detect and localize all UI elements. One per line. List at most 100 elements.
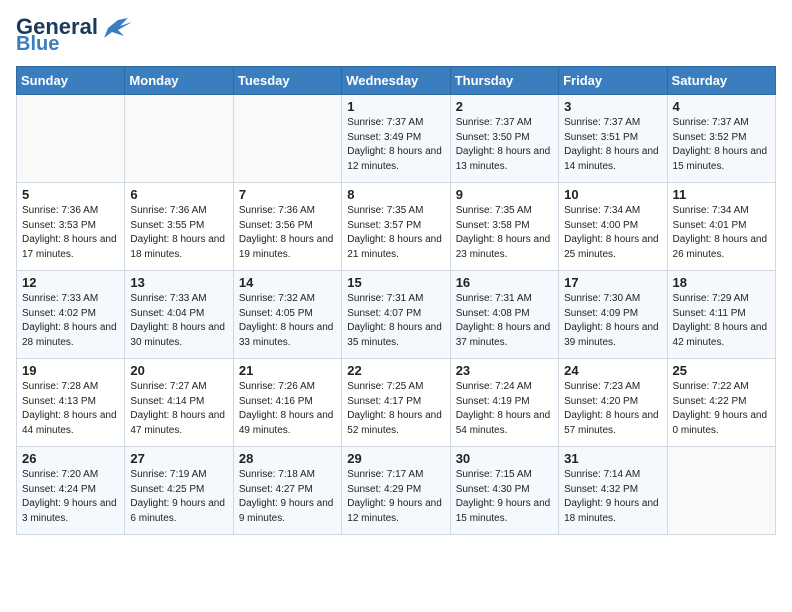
calendar-cell — [125, 95, 233, 183]
calendar-cell: 9Sunrise: 7:35 AM Sunset: 3:58 PM Daylig… — [450, 183, 558, 271]
day-info: Sunrise: 7:33 AM Sunset: 4:04 PM Dayligh… — [130, 292, 227, 350]
day-number: 6 — [130, 187, 227, 202]
calendar-cell: 27 Sunrise: 7:19 AM Sunset: 4:25 PM Dayli… — [125, 447, 233, 535]
calendar-cell: 16 Sunrise: 7:31 AM Sunset: 4:08 PM Dayli… — [450, 271, 558, 359]
calendar-cell: 3Sunrise: 7:37 AM Sunset: 3:51 PM Daylig… — [559, 95, 667, 183]
day-number: 18 — [673, 275, 770, 290]
day-info: Sunrise: 7:19 AM Sunset: 4:25 PM Dayligh… — [130, 468, 227, 526]
day-info: Sunrise: 7:36 AM Sunset: 3:53 PM Dayligh… — [22, 204, 119, 262]
header-thursday: Thursday — [450, 67, 558, 95]
day-number: 24 — [564, 363, 661, 378]
calendar-cell: 26 Sunrise: 7:20 AM Sunset: 4:24 PM Dayli… — [17, 447, 125, 535]
calendar-cell: 2Sunrise: 7:37 AM Sunset: 3:50 PM Daylig… — [450, 95, 558, 183]
day-number: 27 — [130, 451, 227, 466]
calendar-week-row: 19Sunrise: 7:28 AM Sunset: 4:13 PM Dayli… — [17, 359, 776, 447]
header-wednesday: Wednesday — [342, 67, 450, 95]
day-info: Sunrise: 7:32 AM Sunset: 4:05 PM Dayligh… — [239, 292, 336, 350]
calendar-cell: 12 Sunrise: 7:33 AM Sunset: 4:02 PM Dayli… — [17, 271, 125, 359]
header-friday: Friday — [559, 67, 667, 95]
day-number: 1 — [347, 99, 444, 114]
day-info: Sunrise: 7:29 AM Sunset: 4:11 PM Dayligh… — [673, 292, 770, 350]
header-saturday: Saturday — [667, 67, 775, 95]
header-tuesday: Tuesday — [233, 67, 341, 95]
calendar-cell: 19Sunrise: 7:28 AM Sunset: 4:13 PM Dayli… — [17, 359, 125, 447]
day-number: 20 — [130, 363, 227, 378]
calendar-table: SundayMondayTuesdayWednesdayThursdayFrid… — [16, 66, 776, 535]
day-number: 28 — [239, 451, 336, 466]
calendar-cell: 31Sunrise: 7:14 AM Sunset: 4:32 PM Dayli… — [559, 447, 667, 535]
calendar-cell: 4 Sunrise: 7:37 AM Sunset: 3:52 PM Daylig… — [667, 95, 775, 183]
day-info: Sunrise: 7:31 AM Sunset: 4:07 PM Dayligh… — [347, 292, 444, 350]
day-info: Sunrise: 7:36 AM Sunset: 3:55 PM Dayligh… — [130, 204, 227, 262]
calendar-cell: 29 Sunrise: 7:17 AM Sunset: 4:29 PM Dayli… — [342, 447, 450, 535]
calendar-cell: 10Sunrise: 7:34 AM Sunset: 4:00 PM Dayli… — [559, 183, 667, 271]
day-info: Sunrise: 7:17 AM Sunset: 4:29 PM Dayligh… — [347, 468, 444, 526]
day-info: Sunrise: 7:27 AM Sunset: 4:14 PM Dayligh… — [130, 380, 227, 438]
day-info: Sunrise: 7:31 AM Sunset: 4:08 PM Dayligh… — [456, 292, 553, 350]
day-number: 25 — [673, 363, 770, 378]
day-number: 19 — [22, 363, 119, 378]
day-number: 31 — [564, 451, 661, 466]
day-number: 29 — [347, 451, 444, 466]
day-number: 15 — [347, 275, 444, 290]
day-info: Sunrise: 7:35 AM Sunset: 3:58 PM Dayligh… — [456, 204, 553, 262]
day-number: 5 — [22, 187, 119, 202]
day-info: Sunrise: 7:20 AM Sunset: 4:24 PM Dayligh… — [22, 468, 119, 526]
day-number: 4 — [673, 99, 770, 114]
day-number: 23 — [456, 363, 553, 378]
day-info: Sunrise: 7:26 AM Sunset: 4:16 PM Dayligh… — [239, 380, 336, 438]
calendar-cell: 15 Sunrise: 7:31 AM Sunset: 4:07 PM Dayli… — [342, 271, 450, 359]
calendar-week-row: 26 Sunrise: 7:20 AM Sunset: 4:24 PM Dayli… — [17, 447, 776, 535]
calendar-cell: 23 Sunrise: 7:24 AM Sunset: 4:19 PM Dayli… — [450, 359, 558, 447]
day-info: Sunrise: 7:35 AM Sunset: 3:57 PM Dayligh… — [347, 204, 444, 262]
header-sunday: Sunday — [17, 67, 125, 95]
day-info: Sunrise: 7:34 AM Sunset: 4:00 PM Dayligh… — [564, 204, 661, 262]
calendar-cell: 20 Sunrise: 7:27 AM Sunset: 4:14 PM Dayli… — [125, 359, 233, 447]
day-info: Sunrise: 7:37 AM Sunset: 3:52 PM Dayligh… — [673, 116, 770, 174]
logo-bird-icon — [100, 16, 132, 38]
day-number: 14 — [239, 275, 336, 290]
calendar-cell: 7 Sunrise: 7:36 AM Sunset: 3:56 PM Daylig… — [233, 183, 341, 271]
logo-blue: Blue — [16, 34, 59, 54]
day-number: 21 — [239, 363, 336, 378]
day-number: 26 — [22, 451, 119, 466]
day-number: 30 — [456, 451, 553, 466]
day-info: Sunrise: 7:18 AM Sunset: 4:27 PM Dayligh… — [239, 468, 336, 526]
calendar-cell: 5 Sunrise: 7:36 AM Sunset: 3:53 PM Daylig… — [17, 183, 125, 271]
calendar-cell: 8 Sunrise: 7:35 AM Sunset: 3:57 PM Daylig… — [342, 183, 450, 271]
header-monday: Monday — [125, 67, 233, 95]
day-info: Sunrise: 7:36 AM Sunset: 3:56 PM Dayligh… — [239, 204, 336, 262]
calendar-cell: 6 Sunrise: 7:36 AM Sunset: 3:55 PM Daylig… — [125, 183, 233, 271]
day-number: 12 — [22, 275, 119, 290]
day-info: Sunrise: 7:34 AM Sunset: 4:01 PM Dayligh… — [673, 204, 770, 262]
calendar-cell: 24Sunrise: 7:23 AM Sunset: 4:20 PM Dayli… — [559, 359, 667, 447]
day-number: 8 — [347, 187, 444, 202]
day-info: Sunrise: 7:37 AM Sunset: 3:49 PM Dayligh… — [347, 116, 444, 174]
calendar-cell: 21 Sunrise: 7:26 AM Sunset: 4:16 PM Dayli… — [233, 359, 341, 447]
day-info: Sunrise: 7:22 AM Sunset: 4:22 PM Dayligh… — [673, 380, 770, 438]
calendar-cell: 28 Sunrise: 7:18 AM Sunset: 4:27 PM Dayli… — [233, 447, 341, 535]
day-info: Sunrise: 7:15 AM Sunset: 4:30 PM Dayligh… — [456, 468, 553, 526]
calendar-cell: 22Sunrise: 7:25 AM Sunset: 4:17 PM Dayli… — [342, 359, 450, 447]
day-number: 22 — [347, 363, 444, 378]
calendar-header-row: SundayMondayTuesdayWednesdayThursdayFrid… — [17, 67, 776, 95]
calendar-cell — [667, 447, 775, 535]
day-number: 13 — [130, 275, 227, 290]
calendar-cell: 1 Sunrise: 7:37 AM Sunset: 3:49 PM Daylig… — [342, 95, 450, 183]
calendar-week-row: 5 Sunrise: 7:36 AM Sunset: 3:53 PM Daylig… — [17, 183, 776, 271]
day-info: Sunrise: 7:24 AM Sunset: 4:19 PM Dayligh… — [456, 380, 553, 438]
calendar-cell — [233, 95, 341, 183]
page-header: General Blue — [16, 16, 776, 54]
day-number: 16 — [456, 275, 553, 290]
day-info: Sunrise: 7:33 AM Sunset: 4:02 PM Dayligh… — [22, 292, 119, 350]
day-number: 3 — [564, 99, 661, 114]
day-number: 7 — [239, 187, 336, 202]
day-info: Sunrise: 7:30 AM Sunset: 4:09 PM Dayligh… — [564, 292, 661, 350]
day-info: Sunrise: 7:37 AM Sunset: 3:50 PM Dayligh… — [456, 116, 553, 174]
day-number: 11 — [673, 187, 770, 202]
calendar-cell: 14 Sunrise: 7:32 AM Sunset: 4:05 PM Dayli… — [233, 271, 341, 359]
calendar-cell: 11 Sunrise: 7:34 AM Sunset: 4:01 PM Dayli… — [667, 183, 775, 271]
calendar-cell: 17Sunrise: 7:30 AM Sunset: 4:09 PM Dayli… — [559, 271, 667, 359]
calendar-cell: 25 Sunrise: 7:22 AM Sunset: 4:22 PM Dayli… — [667, 359, 775, 447]
calendar-week-row: 1 Sunrise: 7:37 AM Sunset: 3:49 PM Daylig… — [17, 95, 776, 183]
